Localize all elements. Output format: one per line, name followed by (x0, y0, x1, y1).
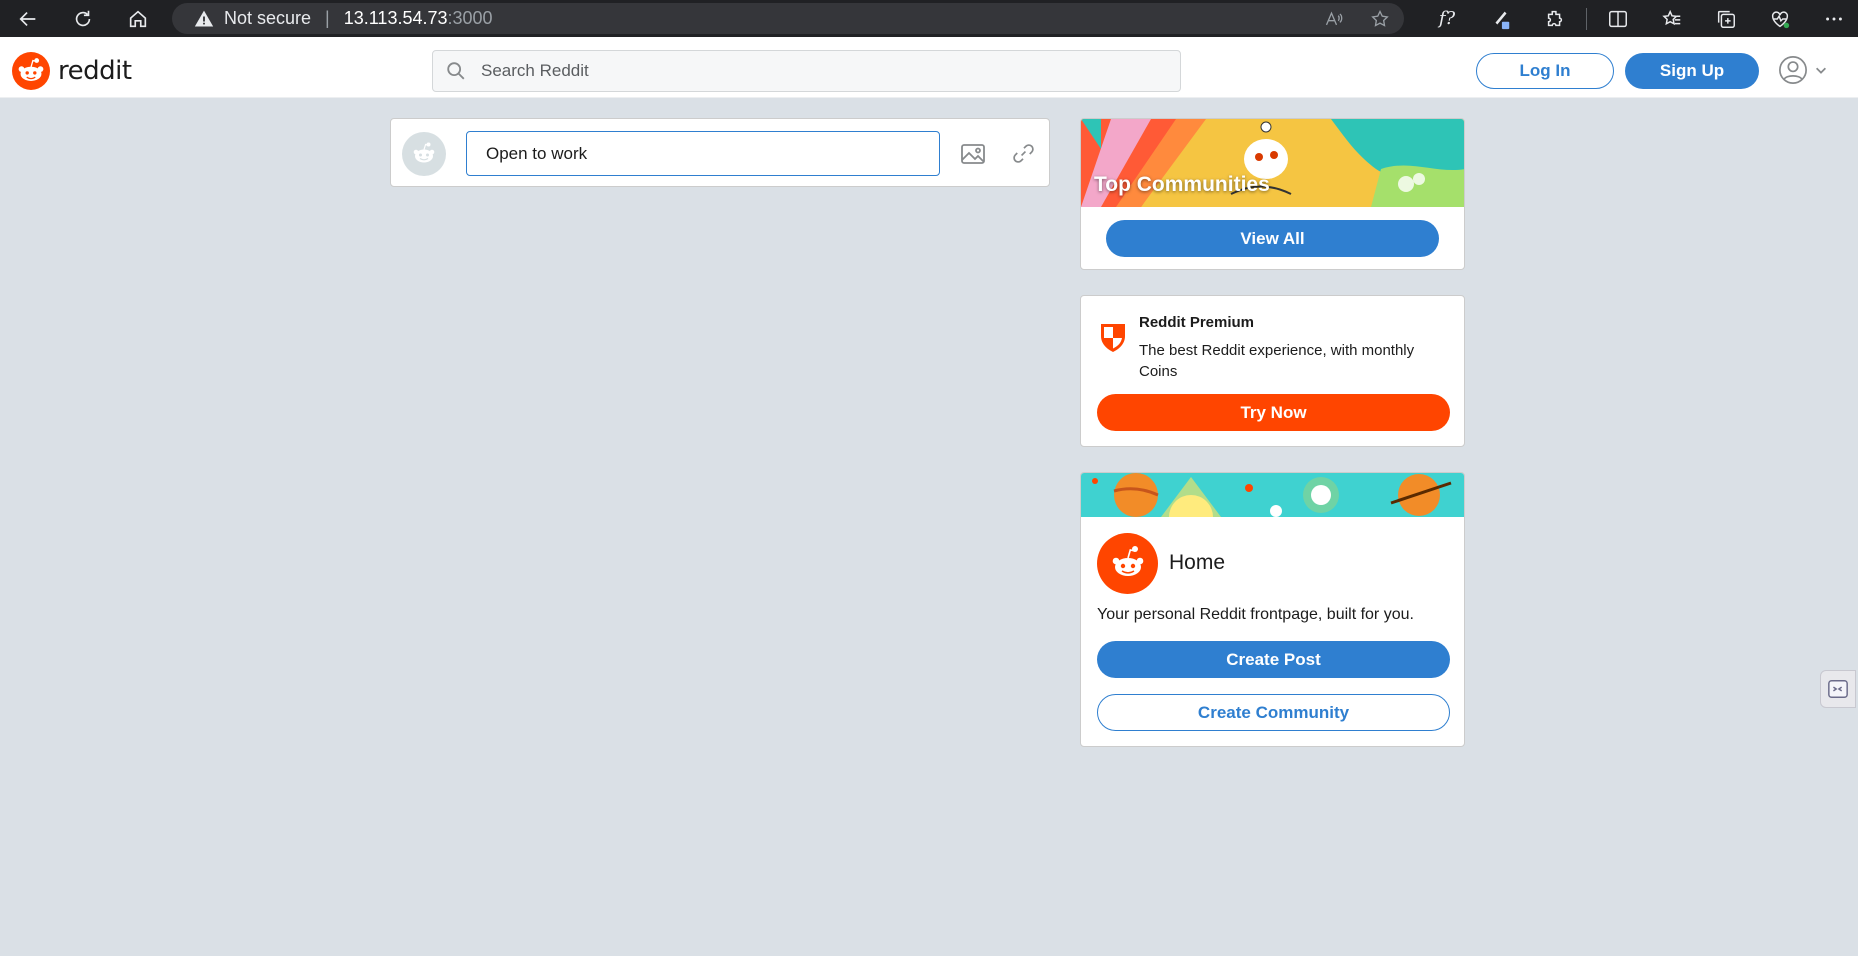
home-title: Home (1169, 551, 1226, 574)
side-panel-toggle[interactable] (1820, 670, 1856, 708)
refresh-button[interactable] (55, 0, 110, 37)
create-post-button[interactable]: Create Post (1097, 641, 1450, 678)
link-icon[interactable] (1010, 140, 1037, 167)
site-header: reddit Log In Sign Up (0, 37, 1858, 98)
pen-icon (1495, 11, 1510, 29)
address-separator: | (325, 8, 330, 28)
logo-text: reddit (58, 56, 132, 86)
shield-icon (1101, 324, 1125, 352)
home-banner (1081, 473, 1464, 517)
url-host: 13.113.54.73 (343, 8, 448, 28)
terminal-icon (1828, 680, 1848, 698)
home-snoo-avatar (1097, 533, 1158, 594)
signup-button[interactable]: Sign Up (1625, 53, 1759, 89)
health-button[interactable] (1753, 0, 1807, 37)
fx-extension-button[interactable]: f? (1420, 0, 1474, 37)
search-input[interactable] (481, 61, 1121, 81)
favorites-icon (1662, 9, 1681, 25)
premium-card: Reddit Premium The best Reddit experienc… (1080, 295, 1465, 447)
read-aloud-icon[interactable] (1324, 9, 1344, 29)
top-communities-banner: Top Communities (1081, 119, 1464, 207)
login-button[interactable]: Log In (1476, 53, 1614, 89)
browser-toolbar: Not secure | 13.113.54.73:3000 f? (0, 0, 1858, 37)
home-description: Your personal Reddit frontpage, built fo… (1097, 606, 1414, 623)
more-icon (1826, 17, 1842, 20)
home-icon (129, 10, 146, 27)
fx-label: f? (1438, 8, 1456, 29)
health-icon (1771, 10, 1790, 28)
more-button[interactable] (1807, 0, 1858, 37)
split-screen-button[interactable] (1591, 0, 1645, 37)
user-avatar-icon (1779, 56, 1807, 84)
premium-description: The best Reddit experience, with monthly… (1139, 342, 1415, 380)
back-button[interactable] (0, 0, 55, 37)
favorites-button[interactable] (1645, 0, 1699, 37)
user-avatar (402, 132, 446, 176)
search-icon (447, 62, 465, 80)
url-port: :3000 (447, 8, 493, 28)
split-screen-icon (1609, 10, 1627, 27)
image-upload-icon[interactable] (959, 140, 987, 168)
user-menu[interactable] (1778, 55, 1828, 85)
toolbar-separator (1586, 7, 1587, 30)
top-communities-card: Top Communities View All (1080, 118, 1465, 270)
warning-icon (194, 9, 214, 29)
reddit-logo-icon (12, 52, 50, 90)
home-card: Home Your personal Reddit frontpage, bui… (1080, 472, 1465, 747)
home-button[interactable] (110, 0, 165, 37)
create-community-button[interactable]: Create Community (1097, 694, 1450, 731)
top-communities-title: Top Communities (1094, 173, 1270, 196)
refresh-icon (75, 10, 90, 26)
premium-title: Reddit Premium (1139, 314, 1255, 331)
address-bar[interactable]: Not secure | 13.113.54.73:3000 (172, 3, 1404, 34)
pen-extension-button[interactable] (1474, 0, 1528, 37)
back-icon (18, 11, 35, 26)
try-now-button[interactable]: Try Now (1097, 394, 1450, 431)
search-bar[interactable] (432, 50, 1181, 92)
chevron-down-icon (1816, 67, 1826, 74)
collections-button[interactable] (1699, 0, 1753, 37)
create-post-input[interactable] (466, 131, 940, 176)
view-all-button[interactable]: View All (1106, 220, 1439, 257)
security-label: Not secure (224, 8, 312, 28)
snoo-icon (1112, 545, 1143, 576)
reddit-logo[interactable]: reddit (12, 52, 132, 90)
snoo-avatar-icon (413, 142, 435, 163)
extensions-icon (1547, 10, 1563, 26)
extensions-button[interactable] (1528, 0, 1582, 37)
collections-icon (1717, 10, 1735, 28)
create-post-box (390, 118, 1050, 187)
favorite-star-icon[interactable] (1370, 9, 1390, 29)
